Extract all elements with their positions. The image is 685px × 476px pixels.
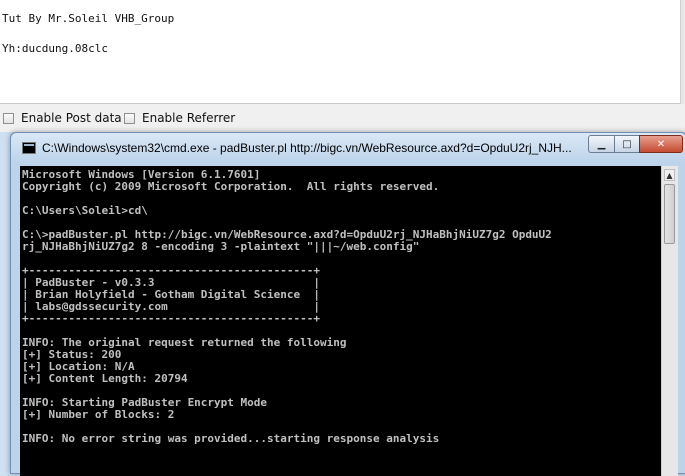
post-data-label: Enable Post data: [21, 111, 122, 125]
text-line: Yh:ducdung.08clc: [2, 42, 108, 55]
maximize-icon: □: [622, 138, 632, 150]
console-line: [+] Number of Blocks: 2: [22, 408, 175, 421]
console-line: +---------------------------------------…: [22, 312, 321, 325]
enable-post-data-option[interactable]: Enable Post data: [3, 111, 122, 125]
console-line: rj_NJHaBhjNiUZ7g2 8 -encoding 3 -plainte…: [22, 240, 420, 253]
referrer-checkbox[interactable]: [124, 112, 135, 124]
title-bar[interactable]: C:\Windows\system32\cmd.exe - padBuster.…: [11, 133, 685, 163]
referrer-label: Enable Referrer: [142, 111, 236, 125]
console-output[interactable]: Microsoft Windows [Version 6.1.7601] Cop…: [20, 166, 661, 476]
scroll-thumb[interactable]: [664, 184, 675, 244]
enable-referrer-option[interactable]: Enable Referrer: [124, 111, 235, 125]
minimize-icon: ▁: [597, 138, 606, 150]
window-title: C:\Windows\system32\cmd.exe - padBuster.…: [42, 141, 572, 155]
console-line: Copyright (c) 2009 Microsoft Corporation…: [22, 180, 440, 193]
minimize-button[interactable]: ▁: [588, 135, 615, 153]
scrollbar[interactable]: [680, 0, 685, 104]
maximize-button[interactable]: □: [614, 135, 640, 153]
text-area[interactable]: Tut By Mr.Soleil VHB_Group Yh:ducdung.08…: [0, 0, 685, 104]
cmd-window: C:\Windows\system32\cmd.exe - padBuster.…: [10, 132, 685, 476]
close-button[interactable]: ✕: [639, 135, 683, 153]
scroll-up-icon[interactable]: ▲: [664, 169, 675, 181]
post-data-checkbox[interactable]: [3, 112, 14, 124]
console-icon: [22, 142, 36, 154]
console-line: [+] Content Length: 20794: [22, 372, 188, 385]
text-line: Tut By Mr.Soleil VHB_Group: [2, 12, 175, 25]
console-line: INFO: No error string was provided...sta…: [22, 432, 440, 445]
console-line: C:\Users\Soleil>cd\: [22, 204, 148, 217]
options-bar: Enable Post data Enable Referrer: [0, 104, 685, 132]
close-icon: ✕: [656, 138, 666, 150]
console-scrollbar[interactable]: ▲: [661, 166, 678, 476]
